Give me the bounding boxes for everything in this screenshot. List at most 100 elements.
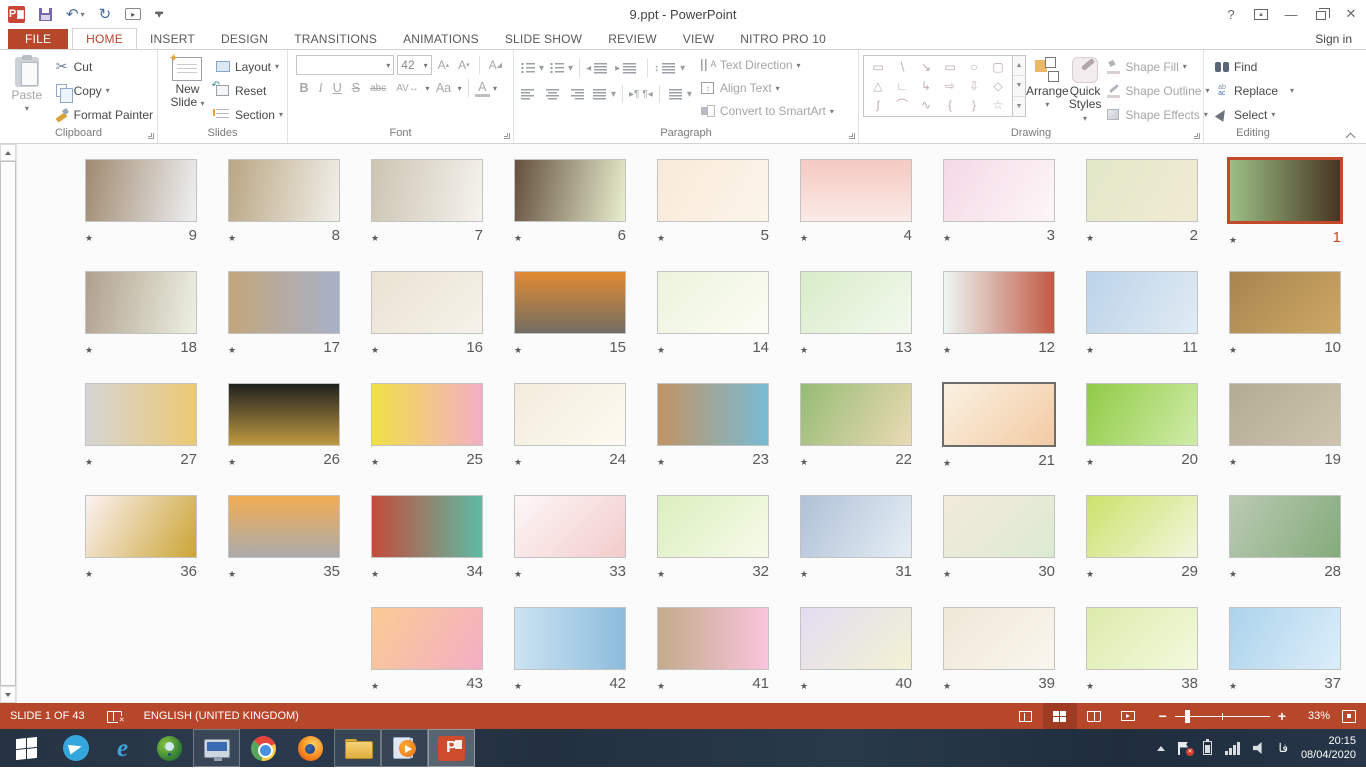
clipboard-dialog-launcher-icon[interactable] (148, 133, 154, 139)
columns-button[interactable]: ▾ (666, 89, 692, 100)
animation-star-icon[interactable]: ★ (85, 457, 93, 468)
animation-star-icon[interactable]: ★ (371, 345, 379, 356)
slide-thumbnail-3[interactable] (943, 159, 1055, 222)
increase-indent-icon[interactable]: ▸ (615, 63, 641, 74)
tab-home[interactable]: HOME (72, 28, 137, 51)
taskbar-chrome[interactable] (240, 729, 287, 767)
slide-thumbnail-39[interactable] (943, 607, 1055, 670)
slide-thumbnail-9[interactable] (85, 159, 197, 222)
slide-thumbnail-10[interactable] (1229, 271, 1341, 334)
ribbon-display-options-icon[interactable]: ▴ (1246, 2, 1276, 26)
slide-thumbnail-23[interactable] (657, 383, 769, 446)
animation-star-icon[interactable]: ★ (657, 233, 665, 244)
slide-thumbnail-27[interactable] (85, 383, 197, 446)
slide-thumbnail-41[interactable] (657, 607, 769, 670)
slide-thumbnail-20[interactable] (1086, 383, 1198, 446)
help-icon[interactable]: ? (1216, 2, 1246, 26)
strikethrough-button[interactable]: abc (367, 83, 390, 94)
restore-icon[interactable] (1306, 2, 1336, 26)
sign-in-link[interactable]: Sign in (1315, 32, 1352, 46)
shape-icon[interactable]: ▭ (944, 61, 955, 73)
paste-button[interactable]: Paste▾ (4, 55, 50, 113)
animation-star-icon[interactable]: ★ (371, 569, 379, 580)
animation-star-icon[interactable]: ★ (657, 457, 665, 468)
clock[interactable]: 20:15 08/04/2020 (1301, 734, 1356, 762)
slide-show-button[interactable] (1111, 703, 1145, 729)
slide-thumbnail-21[interactable] (942, 382, 1056, 447)
slide-thumbnail-1[interactable] (1227, 157, 1343, 224)
shape-icon[interactable]: ☆ (993, 99, 1004, 111)
animation-star-icon[interactable]: ★ (1229, 457, 1237, 468)
tab-file[interactable]: FILE (8, 29, 68, 50)
slide-thumbnail-37[interactable] (1229, 607, 1341, 670)
close-icon[interactable]: ✕ (1336, 2, 1366, 26)
shrink-font-icon[interactable]: A▾ (455, 58, 473, 72)
slide-thumbnail-4[interactable] (800, 159, 912, 222)
arrange-button[interactable]: Arrange▾ (1026, 55, 1069, 109)
shape-effects-button[interactable]: Shape Effects▾ (1105, 104, 1209, 125)
slide-thumbnail-33[interactable] (514, 495, 626, 558)
animation-star-icon[interactable]: ★ (1086, 569, 1094, 580)
layout-button[interactable]: Layout▾ (215, 56, 283, 77)
drawing-dialog-launcher-icon[interactable] (1194, 133, 1200, 139)
slide-sorter-view-button[interactable] (1043, 703, 1077, 729)
slide-thumbnail-5[interactable] (657, 159, 769, 222)
animation-star-icon[interactable]: ★ (228, 457, 236, 468)
slide-thumbnail-2[interactable] (1086, 159, 1198, 222)
text-direction-button[interactable]: Text Direction▾ (700, 55, 834, 75)
italic-button[interactable]: I (315, 81, 326, 96)
minimize-icon[interactable]: — (1276, 2, 1306, 26)
line-spacing-button[interactable]: ↕▾ (654, 63, 685, 74)
slide-thumbnail-19[interactable] (1229, 383, 1341, 446)
animation-star-icon[interactable]: ★ (371, 233, 379, 244)
tab-design[interactable]: DESIGN (208, 29, 281, 50)
animation-star-icon[interactable]: ★ (85, 345, 93, 356)
copy-button[interactable]: Copy▾ (54, 80, 153, 101)
shape-icon[interactable]: △ (873, 80, 882, 92)
slide-thumbnail-24[interactable] (514, 383, 626, 446)
shape-icon[interactable]: ◇ (993, 80, 1002, 92)
animation-star-icon[interactable]: ★ (1229, 235, 1237, 246)
customize-qat-icon[interactable]: ▬▾ (155, 10, 163, 18)
animation-star-icon[interactable]: ★ (371, 457, 379, 468)
align-right-button[interactable] (566, 89, 587, 100)
zoom-level[interactable]: 33% (1298, 710, 1330, 722)
slide-thumbnail-29[interactable] (1086, 495, 1198, 558)
ltr-text-direction-icon[interactable]: ▸¶ (629, 89, 639, 100)
shape-outline-button[interactable]: Shape Outline▾ (1105, 80, 1209, 101)
slide-thumbnail-25[interactable] (371, 383, 483, 446)
taskbar-remote-display[interactable] (193, 729, 240, 767)
shape-icon[interactable]: ⌒ (896, 99, 908, 111)
slide-thumbnail-40[interactable] (800, 607, 912, 670)
shape-icon[interactable]: { (948, 99, 952, 111)
zoom-in-button[interactable]: + (1278, 709, 1286, 723)
tab-review[interactable]: REVIEW (595, 29, 670, 50)
font-color-button[interactable]: A (475, 80, 490, 97)
rtl-text-direction-icon[interactable]: ¶◂ (642, 89, 652, 100)
shape-icon[interactable]: ▢ (992, 61, 1003, 73)
align-left-button[interactable] (518, 89, 539, 100)
network-signal-icon[interactable] (1225, 742, 1240, 755)
animation-star-icon[interactable]: ★ (943, 233, 951, 244)
collapse-ribbon-icon[interactable] (1347, 131, 1356, 137)
paragraph-dialog-launcher-icon[interactable] (849, 133, 855, 139)
taskbar-firefox[interactable] (287, 729, 334, 767)
underline-button[interactable]: U (329, 81, 345, 95)
character-spacing-button[interactable]: AV↔ (393, 83, 423, 94)
align-text-button[interactable]: ↕Align Text▾ (700, 78, 834, 98)
taskbar-download-manager[interactable] (146, 729, 193, 767)
section-button[interactable]: Section▾ (215, 104, 283, 125)
bold-button[interactable]: B (296, 81, 312, 95)
animation-star-icon[interactable]: ★ (1086, 345, 1094, 356)
justify-button[interactable]: ▾ (590, 89, 616, 100)
align-center-button[interactable] (542, 89, 563, 100)
find-button[interactable]: Find (1214, 56, 1294, 77)
shape-icon[interactable]: } (972, 99, 976, 111)
zoom-out-button[interactable]: − (1159, 709, 1167, 723)
slide-thumbnail-30[interactable] (943, 495, 1055, 558)
shape-icon[interactable]: ↳ (921, 80, 931, 92)
animation-star-icon[interactable]: ★ (1086, 457, 1094, 468)
language-indicator[interactable]: ENGLISH (UNITED KINGDOM) (144, 710, 299, 722)
slide-thumbnail-43[interactable] (371, 607, 483, 670)
animation-star-icon[interactable]: ★ (657, 681, 665, 692)
